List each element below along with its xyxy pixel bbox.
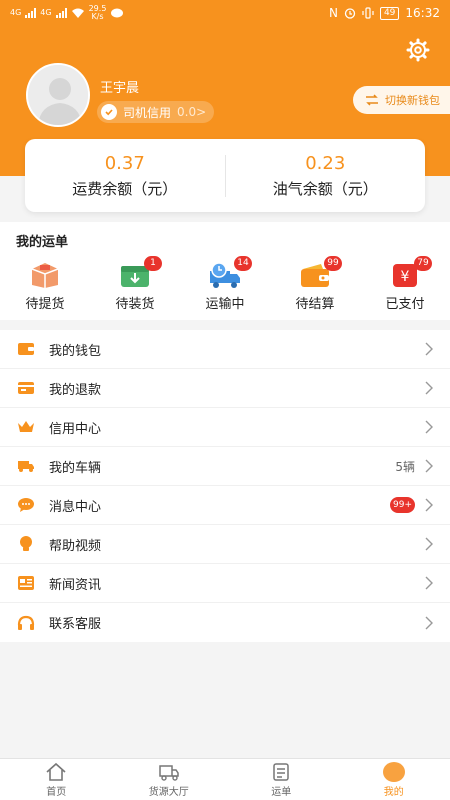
battery-icon: 49 xyxy=(379,6,400,20)
freight-balance-value: 0.37 xyxy=(104,152,145,174)
tab-label: 我的 xyxy=(383,786,404,798)
count-badge: 79 xyxy=(414,256,432,271)
nfc-icon: N xyxy=(328,6,338,20)
driver-credit-button[interactable]: 司机信用 0.0> xyxy=(97,101,215,123)
user-name: 王宇晨 xyxy=(100,81,140,96)
menu-item-credit-center[interactable]: 信用中心 xyxy=(0,408,450,447)
count-badge: 1 xyxy=(144,256,162,271)
chevron-right-icon xyxy=(425,576,433,590)
bottom-tab-bar: 首页 货源大厅 运单 我的 xyxy=(0,758,450,800)
menu-label: 我的钱包 xyxy=(49,343,102,359)
truck-icon xyxy=(18,461,34,472)
clock: 16:32 xyxy=(405,6,440,20)
balance-card: 0.37 运费余额（元） 0.23 油气余额（元） xyxy=(25,139,425,212)
signal-icon xyxy=(25,8,37,18)
order-status-in-transit[interactable]: 14 运输中 xyxy=(180,256,270,312)
order-label: 已支付 xyxy=(385,297,425,312)
menu-label: 消息中心 xyxy=(49,499,102,515)
fuel-balance-value: 0.23 xyxy=(305,152,346,174)
order-status-paid[interactable]: ¥ 79 已支付 xyxy=(360,256,450,312)
order-status-pending-pickup[interactable]: 待提货 xyxy=(0,260,90,312)
user-icon xyxy=(382,761,405,782)
shield-check-icon xyxy=(101,104,117,120)
status-bar: 4G 4G 29.5 K/s N 49 16:32 xyxy=(0,0,450,26)
menu-label: 我的退款 xyxy=(49,382,102,398)
box-icon xyxy=(31,263,59,288)
chevron-right-icon xyxy=(425,420,433,434)
message-icon xyxy=(111,8,124,17)
menu-list: 我的钱包 我的退款 信用中心 我的车辆 5辆 消息中心 99+ 帮助视频 新闻资… xyxy=(0,330,450,642)
menu-item-help-videos[interactable]: 帮助视频 xyxy=(0,525,450,564)
menu-item-refund[interactable]: 我的退款 xyxy=(0,369,450,408)
tab-cargo-hall[interactable]: 货源大厅 xyxy=(113,759,226,800)
order-status-pending-load[interactable]: 1 待装货 xyxy=(90,256,180,312)
credit-score: 0.0> xyxy=(177,105,207,119)
headset-icon xyxy=(17,615,35,630)
my-orders-section: 我的运单 待提货 1 待装货 14 运输中 99 待结算 ¥ 79 已支付 xyxy=(0,222,450,320)
network-type: 4G xyxy=(10,8,22,17)
tab-label: 运单 xyxy=(271,786,292,798)
swap-icon xyxy=(366,94,378,106)
menu-item-wallet[interactable]: 我的钱包 xyxy=(0,330,450,369)
gear-icon[interactable] xyxy=(406,38,430,62)
menu-item-customer-service[interactable]: 联系客服 xyxy=(0,603,450,642)
crown-icon xyxy=(18,421,34,432)
order-label: 运输中 xyxy=(205,297,245,312)
net-speed-unit: K/s xyxy=(91,12,104,21)
count-badge: 99 xyxy=(324,256,342,271)
chevron-right-icon xyxy=(425,381,433,395)
unread-badge: 99+ xyxy=(390,497,415,513)
network-type-2: 4G xyxy=(40,8,52,17)
tab-waybill[interactable]: 运单 xyxy=(225,759,338,800)
order-label: 待装货 xyxy=(115,297,155,312)
home-icon xyxy=(46,762,66,781)
order-label: 待结算 xyxy=(295,297,335,312)
switch-wallet-label: 切换新钱包 xyxy=(385,94,440,107)
chevron-right-icon xyxy=(425,498,433,512)
chevron-right-icon xyxy=(425,616,433,629)
credit-label: 司机信用 xyxy=(123,105,172,120)
count-badge: 14 xyxy=(234,256,252,271)
fuel-balance-label: 油气余额（元） xyxy=(272,179,378,198)
menu-label: 帮助视频 xyxy=(49,538,102,554)
truck-icon xyxy=(159,764,179,781)
net-speed: 29.5 K/s xyxy=(89,5,107,21)
vehicle-count: 5辆 xyxy=(395,459,415,474)
freight-balance-label: 运费余额（元） xyxy=(72,179,178,198)
wifi-icon xyxy=(71,8,84,18)
svg-text:¥: ¥ xyxy=(401,269,410,285)
menu-item-news[interactable]: 新闻资讯 xyxy=(0,564,450,603)
order-label: 待提货 xyxy=(25,297,65,312)
avatar[interactable] xyxy=(26,63,90,127)
alarm-icon xyxy=(344,8,356,19)
menu-label: 信用中心 xyxy=(49,421,102,437)
tab-home[interactable]: 首页 xyxy=(0,759,113,800)
wallet-icon xyxy=(18,343,34,355)
chevron-right-icon xyxy=(425,459,433,473)
bulb-icon xyxy=(20,536,32,551)
card-icon xyxy=(18,382,34,394)
menu-label: 新闻资讯 xyxy=(49,577,102,593)
chevron-right-icon xyxy=(425,537,433,551)
menu-label: 我的车辆 xyxy=(49,460,102,476)
freight-balance[interactable]: 0.37 运费余额（元） xyxy=(25,153,225,199)
fuel-balance[interactable]: 0.23 油气余额（元） xyxy=(226,153,426,199)
chat-icon xyxy=(18,498,34,512)
section-title: 我的运单 xyxy=(16,235,69,250)
tab-mine[interactable]: 我的 xyxy=(338,759,450,800)
signal-icon-2 xyxy=(55,8,67,18)
chevron-right-icon xyxy=(425,342,433,356)
avatar-placeholder-icon xyxy=(28,65,88,125)
menu-item-vehicles[interactable]: 我的车辆 5辆 xyxy=(0,447,450,486)
menu-item-messages[interactable]: 消息中心 99+ xyxy=(0,486,450,525)
switch-wallet-button[interactable]: 切换新钱包 xyxy=(353,86,450,114)
tab-label: 首页 xyxy=(46,786,67,798)
news-icon xyxy=(18,576,34,590)
menu-label: 联系客服 xyxy=(49,617,102,632)
vibrate-icon xyxy=(362,7,374,19)
order-status-pending-settlement[interactable]: 99 待结算 xyxy=(270,256,360,312)
list-icon xyxy=(273,762,289,781)
tab-label: 货源大厅 xyxy=(148,786,189,798)
